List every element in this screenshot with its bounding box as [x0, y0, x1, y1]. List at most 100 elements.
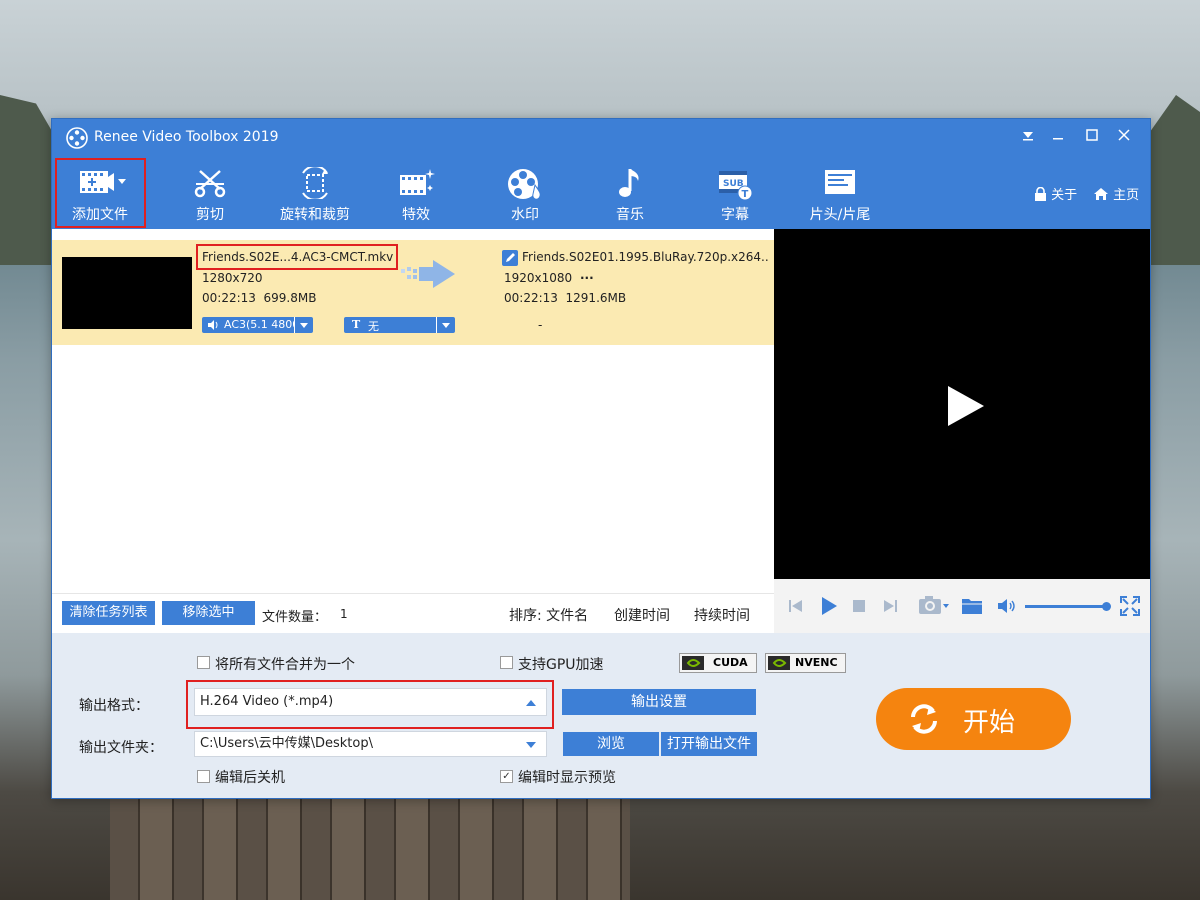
output-settings-button[interactable]: 输出设置	[562, 689, 756, 715]
subtitle-label: 字幕	[721, 207, 749, 223]
shutdown-checkbox[interactable]	[197, 770, 210, 783]
nvidia-logo-icon	[768, 656, 790, 670]
sort-by-duration[interactable]: 持续时间	[694, 605, 750, 625]
audio-track-select[interactable]: AC3(5.1 4800	[202, 317, 313, 333]
volume-slider-handle[interactable]	[1102, 602, 1111, 611]
extra-dash: -	[538, 318, 543, 332]
output-folder-select[interactable]: C:\Users\云中传媒\Desktop\	[194, 731, 547, 757]
audio-track-value: AC3(5.1 4800	[224, 318, 294, 331]
output-filename: Friends.S02E01.1995.BluRay.720p.x264..	[522, 250, 769, 264]
edit-pen-icon[interactable]	[502, 250, 518, 266]
main-toolbar: 添加文件 剪切 旋转和裁剪 特效 水印 音乐 SUB T 字幕 片头/片尾 关于…	[52, 157, 1150, 229]
cut-button[interactable]: 剪切	[170, 157, 250, 229]
add-file-highlight	[55, 158, 146, 228]
title-bar: Renee Video Toolbox 2019	[52, 119, 1150, 157]
nvenc-badge: NVENC	[765, 653, 846, 673]
refresh-icon	[911, 704, 937, 734]
show-preview-checkbox[interactable]: ✓	[500, 770, 513, 783]
rotate-crop-icon	[302, 167, 328, 199]
effects-button[interactable]: 特效	[376, 157, 456, 229]
video-thumbnail[interactable]	[62, 257, 192, 329]
shutdown-label: 编辑后关机	[215, 770, 285, 786]
rotate-crop-button[interactable]: 旋转和裁剪	[270, 157, 360, 229]
svg-text:T: T	[742, 189, 749, 200]
nvidia-logo-icon	[682, 656, 704, 670]
clear-task-list-button[interactable]: 清除任务列表	[62, 601, 155, 625]
browse-button[interactable]: 浏览	[563, 732, 659, 756]
play-icon[interactable]	[819, 596, 839, 616]
minimize-icon	[1053, 138, 1063, 140]
audio-dropdown-button[interactable]	[294, 317, 313, 333]
effects-icon	[400, 169, 435, 195]
stop-icon[interactable]	[852, 599, 866, 613]
output-more-button[interactable]: ···	[580, 271, 594, 285]
folder-icon[interactable]	[961, 597, 983, 615]
maximize-icon	[1086, 129, 1098, 141]
list-footer: 清除任务列表 移除选中 文件数量： 1 排序: 文件名 创建时间 持续时间	[52, 593, 774, 634]
intro-outro-label: 片头/片尾	[809, 207, 871, 223]
subtitle-button[interactable]: SUB T 字幕	[695, 157, 775, 229]
about-link[interactable]: 关于	[1034, 184, 1077, 203]
chevron-up-icon	[526, 700, 536, 706]
scissors-icon	[194, 170, 226, 198]
sort-by-created-time[interactable]: 创建时间	[614, 605, 670, 625]
subtitle-value: 无	[368, 320, 379, 333]
source-duration-size: 00:22:13 699.8MB	[202, 291, 317, 305]
dropdown-menu-button[interactable]	[1018, 127, 1038, 147]
output-folder-label: 输出文件夹：	[79, 740, 163, 756]
merge-files-label: 将所有文件合并为一个	[215, 657, 355, 673]
play-overlay-icon[interactable]	[946, 384, 986, 428]
output-format-value: H.264 Video (*.mp4)	[200, 694, 334, 709]
output-format-select[interactable]: H.264 Video (*.mp4)	[194, 688, 547, 716]
chevron-down-icon	[442, 323, 450, 328]
home-icon	[1094, 188, 1108, 200]
about-label: 关于	[1051, 188, 1078, 203]
convert-arrow-icon	[401, 260, 455, 288]
intro-outro-icon	[825, 170, 855, 194]
open-output-folder-button[interactable]: 打开输出文件	[661, 732, 757, 756]
menu-chevron-icon	[1023, 132, 1033, 141]
watermark-button[interactable]: 水印	[485, 157, 565, 229]
remove-selected-button[interactable]: 移除选中	[162, 601, 255, 625]
cuda-label: CUDA	[713, 656, 748, 669]
chevron-down-icon	[300, 323, 308, 328]
start-label: 开始	[963, 708, 1016, 738]
nvenc-label: NVENC	[795, 656, 838, 669]
intro-outro-button[interactable]: 片头/片尾	[800, 157, 880, 229]
subtitle-icon: SUB T	[719, 171, 753, 201]
next-icon[interactable]	[882, 598, 898, 614]
merge-files-checkbox[interactable]	[197, 656, 210, 669]
previous-icon[interactable]	[788, 598, 804, 614]
volume-icon[interactable]	[997, 598, 1017, 614]
subtitle-select[interactable]: T 无	[344, 317, 455, 333]
cut-label: 剪切	[196, 207, 224, 223]
app-logo-icon	[66, 127, 88, 149]
home-link[interactable]: 主页	[1093, 184, 1139, 203]
source-filename: Friends.S02E...4.AC3-CMCT.mkv	[202, 250, 394, 264]
wooden-pier	[110, 795, 630, 900]
source-resolution: 1280x720	[202, 271, 263, 285]
gpu-accel-checkbox[interactable]	[500, 656, 513, 669]
music-label: 音乐	[616, 207, 644, 223]
file-row[interactable]: Friends.S02E...4.AC3-CMCT.mkv 1280x720 0…	[52, 240, 774, 345]
sort-by-filename[interactable]: 排序: 文件名	[509, 605, 588, 625]
gpu-accel-label: 支持GPU加速	[518, 657, 604, 673]
maximize-button[interactable]	[1082, 127, 1102, 147]
effects-label: 特效	[402, 207, 430, 223]
volume-slider[interactable]	[1025, 605, 1107, 608]
fullscreen-icon[interactable]	[1120, 596, 1140, 616]
show-preview-label: 编辑时显示预览	[518, 770, 616, 786]
text-t-icon: T	[352, 318, 361, 331]
video-preview[interactable]	[774, 229, 1150, 579]
app-window: Renee Video Toolbox 2019 添加文件 剪切 旋转和裁剪 特…	[51, 118, 1151, 799]
close-button[interactable]	[1114, 127, 1134, 147]
subtitle-dropdown-button[interactable]	[436, 317, 455, 333]
cuda-badge: CUDA	[679, 653, 757, 673]
minimize-button[interactable]	[1048, 127, 1068, 147]
snapshot-camera-icon[interactable]	[918, 595, 950, 615]
chevron-down-icon	[526, 742, 536, 748]
lock-icon	[1035, 186, 1046, 201]
music-button[interactable]: 音乐	[590, 157, 670, 229]
start-button[interactable]: 开始	[876, 688, 1071, 750]
output-folder-value: C:\Users\云中传媒\Desktop\	[200, 736, 373, 751]
